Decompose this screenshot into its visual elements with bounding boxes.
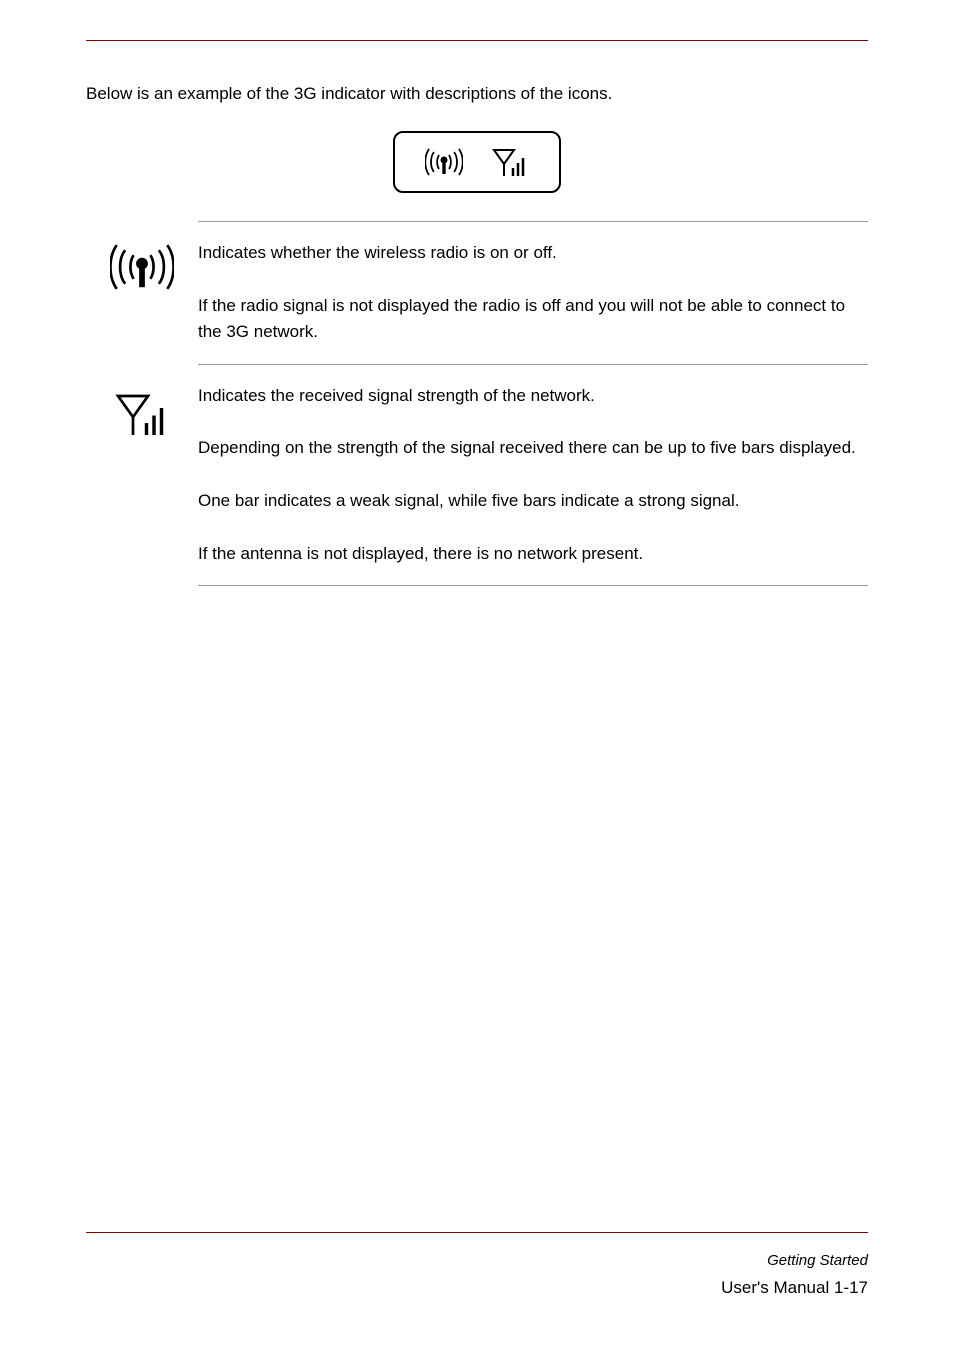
icon-description-line: If the antenna is not displayed, there i… — [198, 544, 643, 563]
intro-text: Below is an example of the 3G indicator … — [86, 81, 868, 107]
table-row: Indicates whether the wireless radio is … — [86, 222, 868, 364]
icon-description-line: Indicates the received signal strength o… — [198, 386, 595, 405]
bottom-rule — [86, 1232, 868, 1233]
icon-description-line: If the radio signal is not displayed the… — [198, 296, 845, 341]
wireless-broadcast-icon — [425, 146, 463, 178]
icon-description-line: Depending on the strength of the signal … — [198, 438, 856, 457]
antenna-bars-icon — [86, 390, 198, 438]
antenna-bars-icon — [491, 146, 529, 178]
icon-description-line: Indicates whether the wireless radio is … — [198, 243, 557, 262]
icon-description-line: One bar indicates a weak signal, while f… — [198, 491, 739, 510]
icon-description-table: Indicates whether the wireless radio is … — [86, 221, 868, 586]
device-display-illustration — [393, 131, 561, 193]
top-rule — [86, 40, 868, 41]
page-number: User's Manual 1-17 — [721, 1278, 868, 1298]
wireless-broadcast-icon — [86, 240, 198, 294]
chapter-label: Getting Started — [767, 1252, 868, 1269]
table-row: Indicates the received signal strength o… — [86, 364, 868, 585]
